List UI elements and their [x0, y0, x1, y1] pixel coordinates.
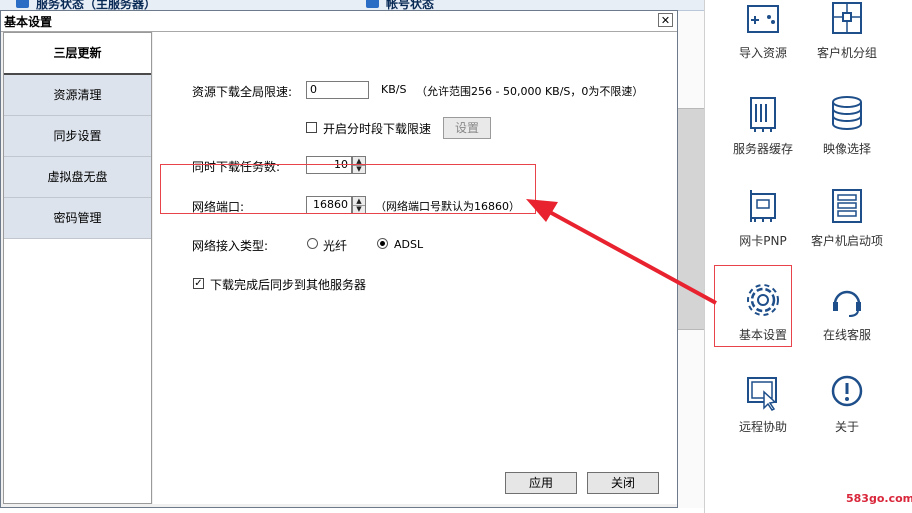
service-status-icon — [16, 0, 29, 8]
access-type-adsl-label: ADSL — [394, 238, 424, 251]
sync-after-download-label: 下载完成后同步到其他服务器 — [210, 278, 367, 292]
background-status-area — [0, 508, 704, 513]
remote-screen-icon — [747, 377, 777, 411]
dialog-title: 基本设置 — [4, 15, 53, 29]
memory-chip-icon — [750, 97, 776, 132]
network-card-icon — [750, 190, 776, 222]
basic-settings-highlight — [714, 265, 792, 347]
tile-label: 网卡PNP — [739, 234, 787, 248]
access-type-fiber-label: 光纤 — [323, 239, 348, 253]
tile-label: 关于 — [834, 420, 859, 434]
headset-icon — [833, 290, 861, 317]
tile-client-groups[interactable]: 客户机分组 — [802, 0, 892, 61]
tile-label: 在线客服 — [822, 328, 871, 342]
basic-settings-dialog: 基本设置 ✕ 三层更新 资源清理 同步设置 虚拟盘无盘 密码管理 资源下载全局限… — [0, 10, 678, 508]
tile-image-select[interactable]: 映像选择 — [802, 94, 892, 157]
tile-online-support[interactable]: 在线客服 — [802, 280, 892, 343]
function-panel: 导入资源 客户机分组 服务器缓存 映像选择 网卡PNP 客户机启动项 基本设置 … — [704, 0, 912, 513]
tile-server-cache[interactable]: 服务器缓存 — [718, 94, 808, 157]
tile-remote-assist[interactable]: 远程协助 — [718, 374, 808, 435]
disk-stack-icon — [832, 96, 862, 130]
watermark: 583go.com — [846, 492, 912, 505]
download-limit-input[interactable]: 0 — [306, 81, 369, 99]
tile-import-resources[interactable]: 导入资源 — [718, 2, 808, 61]
access-type-label: 网络接入类型: — [192, 239, 269, 253]
settings-content: 资源下载全局限速: 0 KB/S （允许范围256 - 50,000 KB/S，… — [153, 32, 677, 504]
sync-after-download-checkbox[interactable]: ✓ — [193, 278, 204, 289]
timed-limit-label: 开启分时段下载限速 — [323, 122, 432, 136]
account-status-icon — [366, 0, 379, 8]
tile-label: 导入资源 — [738, 46, 787, 60]
tile-label: 客户机分组 — [816, 46, 877, 60]
close-icon[interactable]: ✕ — [658, 13, 673, 27]
access-type-fiber-radio[interactable] — [307, 238, 318, 249]
tile-client-startup[interactable]: 客户机启动项 — [802, 186, 892, 249]
network-port-highlight — [160, 164, 536, 214]
tile-label: 远程协助 — [738, 420, 787, 434]
nav-sync-settings[interactable]: 同步设置 — [4, 116, 151, 157]
tile-nic-pnp[interactable]: 网卡PNP — [718, 186, 808, 249]
nav-virtual-disk[interactable]: 虚拟盘无盘 — [4, 157, 151, 198]
nav-three-tier-update[interactable]: 三层更新 — [4, 33, 151, 75]
tile-about[interactable]: 关于 — [802, 374, 892, 435]
gamepad-icon — [747, 5, 779, 33]
nav-password-management[interactable]: 密码管理 — [4, 198, 151, 239]
apply-button[interactable]: 应用 — [505, 472, 577, 494]
download-limit-unit: KB/S — [381, 83, 407, 96]
download-limit-label: 资源下载全局限速: — [192, 85, 293, 99]
list-icon — [832, 189, 862, 223]
download-limit-hint: （允许范围256 - 50,000 KB/S，0为不限速） — [416, 85, 644, 98]
tile-label: 客户机启动项 — [810, 234, 883, 248]
nav-resource-cleanup[interactable]: 资源清理 — [4, 75, 151, 116]
close-button[interactable]: 关闭 — [587, 472, 659, 494]
group-icon — [832, 2, 862, 34]
timed-limit-checkbox[interactable] — [306, 122, 317, 133]
info-icon — [831, 375, 863, 407]
background-panel-strip — [678, 108, 705, 330]
settings-nav: 三层更新 资源清理 同步设置 虚拟盘无盘 密码管理 — [3, 32, 152, 504]
timed-limit-settings-button[interactable]: 设置 — [443, 117, 491, 139]
tile-label: 服务器缓存 — [732, 142, 793, 156]
tile-label: 映像选择 — [822, 142, 871, 156]
dialog-titlebar[interactable]: 基本设置 ✕ — [1, 11, 677, 32]
access-type-adsl-radio[interactable] — [377, 238, 388, 249]
